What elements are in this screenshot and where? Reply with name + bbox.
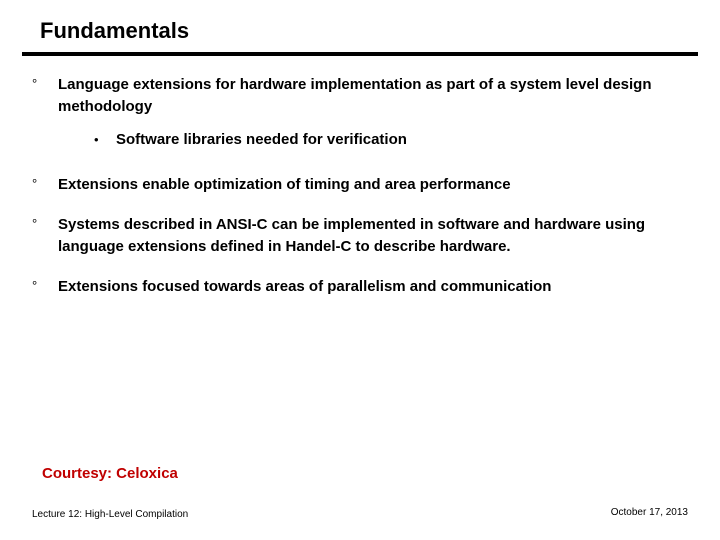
footer-date: October 17, 2013 [611, 507, 688, 518]
bullet-text: Systems described in ANSI-C can be imple… [58, 214, 688, 258]
list-item: ° Extensions focused towards areas of pa… [32, 276, 688, 298]
bullet-list: ° Language extensions for hardware imple… [32, 74, 688, 298]
slide: Fundamentals ° Language extensions for h… [0, 0, 720, 540]
footer-lecture-label: Lecture 12: High-Level Compilation [32, 509, 188, 520]
bullet-text: Extensions focused towards areas of para… [58, 276, 551, 298]
sub-list-item: • Software libraries needed for verifica… [94, 130, 688, 150]
bullet-text: Extensions enable optimization of timing… [58, 174, 511, 196]
bullet-text: Language extensions for hardware impleme… [58, 74, 688, 118]
sub-bullet-text: Software libraries needed for verificati… [116, 130, 407, 150]
list-item: ° Extensions enable optimization of timi… [32, 174, 688, 196]
bullet-body: Language extensions for hardware impleme… [58, 74, 688, 156]
list-item: ° Systems described in ANSI-C can be imp… [32, 214, 688, 258]
degree-bullet-icon: ° [32, 174, 58, 196]
page-title: Fundamentals [40, 18, 720, 44]
sub-list: • Software libraries needed for verifica… [94, 130, 688, 150]
degree-bullet-icon: ° [32, 276, 58, 298]
courtesy-note: Courtesy: Celoxica [42, 465, 178, 482]
content-area: ° Language extensions for hardware imple… [0, 56, 720, 298]
degree-bullet-icon: ° [32, 74, 58, 156]
list-item: ° Language extensions for hardware imple… [32, 74, 688, 156]
title-area: Fundamentals [0, 0, 720, 44]
degree-bullet-icon: ° [32, 214, 58, 258]
dot-bullet-icon: • [94, 130, 116, 150]
